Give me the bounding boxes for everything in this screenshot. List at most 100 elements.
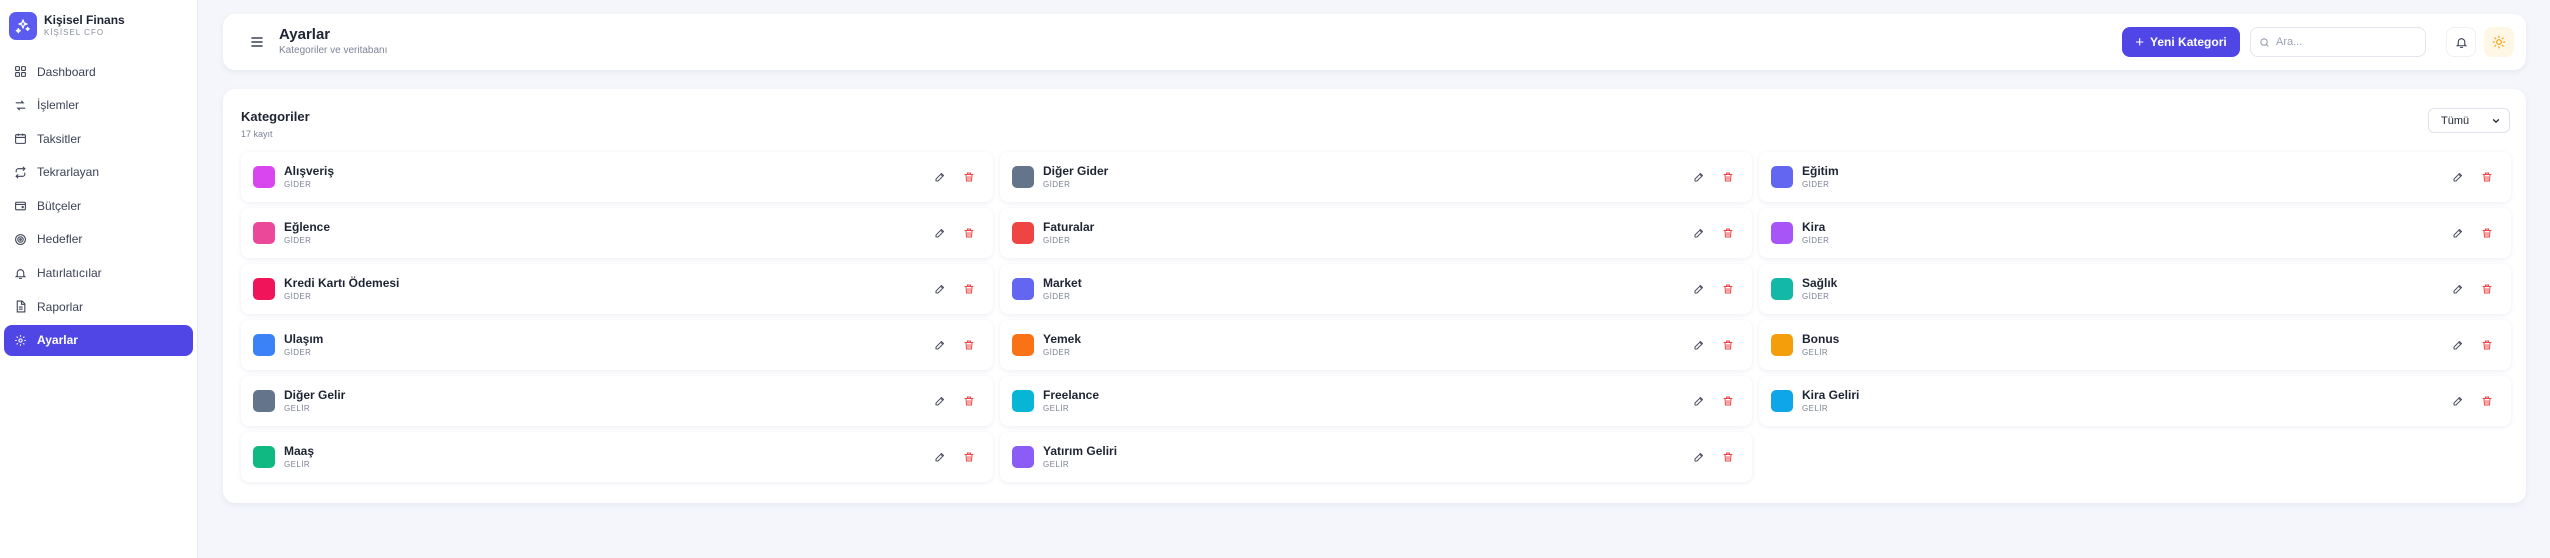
category-name: Yemek — [1043, 331, 1082, 346]
categories-title: Kategoriler — [241, 109, 310, 124]
delete-category-button[interactable] — [2475, 389, 2499, 413]
category-color-swatch — [1771, 166, 1793, 188]
delete-category-button[interactable] — [957, 333, 981, 357]
trash-icon — [963, 283, 975, 295]
brand-subtitle: KİŞİSEL CFO — [44, 28, 105, 37]
edit-category-button[interactable] — [928, 389, 952, 413]
sidebar-item-islemler[interactable]: İşlemler — [4, 90, 193, 121]
delete-category-button[interactable] — [1716, 389, 1740, 413]
edit-category-button[interactable] — [928, 445, 952, 469]
delete-category-button[interactable] — [957, 221, 981, 245]
category-card: Kredi Kartı Ödemesi GİDER — [241, 264, 993, 314]
delete-category-button[interactable] — [1716, 333, 1740, 357]
category-type: GİDER — [284, 179, 312, 189]
sidebar-item-label: Ayarlar — [37, 333, 78, 348]
edit-category-button[interactable] — [1687, 221, 1711, 245]
theme-toggle-button[interactable] — [2484, 27, 2514, 57]
edit-category-button[interactable] — [928, 221, 952, 245]
delete-category-button[interactable] — [957, 165, 981, 189]
trash-icon — [1722, 451, 1734, 463]
search-input[interactable] — [2276, 36, 2416, 48]
edit-category-button[interactable] — [2446, 333, 2470, 357]
type-filter-select[interactable]: Tümü — [2428, 108, 2510, 133]
category-name: Ulaşım — [284, 331, 324, 346]
notifications-button[interactable] — [2446, 27, 2476, 57]
sidebar-item-tekrarlayan[interactable]: Tekrarlayan — [4, 157, 193, 188]
edit-category-button[interactable] — [2446, 165, 2470, 189]
category-color-swatch — [1012, 390, 1034, 412]
sidebar-item-dashboard[interactable]: Dashboard — [4, 56, 193, 87]
delete-category-button[interactable] — [1716, 221, 1740, 245]
trash-icon — [963, 339, 975, 351]
category-type: GİDER — [1802, 235, 1830, 245]
sidebar-item-ayarlar[interactable]: Ayarlar — [4, 324, 193, 356]
category-name: Kira — [1802, 219, 1826, 234]
delete-category-button[interactable] — [2475, 165, 2499, 189]
sidebar-item-label: İşlemler — [37, 98, 80, 113]
new-category-button[interactable]: + Yeni Kategori — [2122, 27, 2240, 57]
delete-category-button[interactable] — [2475, 277, 2499, 301]
sidebar-item-taksitler[interactable]: Taksitler — [4, 123, 193, 154]
file-icon — [16, 300, 26, 313]
trash-icon — [1722, 283, 1734, 295]
edit-category-button[interactable] — [2446, 389, 2470, 413]
category-color-swatch — [1771, 390, 1793, 412]
edit-category-button[interactable] — [1687, 389, 1711, 413]
sidebar-item-label: Bütçeler — [37, 198, 82, 213]
pencil-icon — [2452, 395, 2464, 407]
delete-category-button[interactable] — [957, 389, 981, 413]
category-type: GİDER — [284, 347, 312, 357]
trash-icon — [2481, 339, 2493, 351]
delete-category-button[interactable] — [1716, 165, 1740, 189]
categories-count: 17 kayıt — [241, 129, 273, 139]
category-card: Yemek GİDER — [1000, 320, 1752, 370]
calendar-icon — [15, 133, 26, 145]
delete-category-button[interactable] — [957, 277, 981, 301]
gear-icon — [15, 334, 26, 346]
categories-grid: Alışveriş GİDER Diğer Gider GİDER Eğitim GİDE… — [241, 152, 2511, 482]
category-color-swatch — [253, 390, 275, 412]
category-card: Alışveriş GİDER — [241, 152, 993, 202]
category-type: GİDER — [1043, 291, 1071, 301]
categories-card: Kategoriler 17 kayıt Tümü Alışveriş GİDER… — [223, 89, 2526, 503]
category-name: Market — [1043, 275, 1082, 290]
trash-icon — [2481, 171, 2493, 183]
sidebar-item-hatirlaticilar[interactable]: Hatırlatıcılar — [4, 258, 193, 289]
edit-category-button[interactable] — [928, 333, 952, 357]
new-category-label: Yeni Kategori — [2150, 35, 2227, 49]
category-card: Kira Geliri GELİR — [1759, 376, 2511, 426]
bell-icon — [2455, 37, 2467, 48]
delete-category-button[interactable] — [957, 445, 981, 469]
delete-category-button[interactable] — [2475, 221, 2499, 245]
pencil-icon — [2452, 171, 2464, 183]
category-name: Bonus — [1802, 331, 1840, 346]
sidebar-item-hedefler[interactable]: Hedefler — [4, 224, 193, 255]
edit-category-button[interactable] — [928, 165, 952, 189]
category-type: GELİR — [1802, 403, 1829, 413]
menu-icon[interactable] — [247, 36, 267, 48]
page-subtitle: Kategoriler ve veritabanı — [279, 45, 388, 56]
edit-category-button[interactable] — [2446, 277, 2470, 301]
category-type: GELİR — [1802, 347, 1829, 357]
sidebar-item-butceler[interactable]: Bütçeler — [4, 190, 193, 221]
edit-category-button[interactable] — [1687, 165, 1711, 189]
sidebar-nav: Dashboard İşlemler Taksitler Tekrarlayan… — [0, 52, 197, 362]
pencil-icon — [2452, 339, 2464, 351]
trash-icon — [963, 171, 975, 183]
edit-category-button[interactable] — [1687, 445, 1711, 469]
category-card: Kira GİDER — [1759, 208, 2511, 258]
sidebar-item-label: Raporlar — [37, 299, 84, 314]
delete-category-button[interactable] — [2475, 333, 2499, 357]
edit-category-button[interactable] — [928, 277, 952, 301]
sidebar-item-raporlar[interactable]: Raporlar — [4, 291, 193, 322]
delete-category-button[interactable] — [1716, 277, 1740, 301]
trash-icon — [1722, 339, 1734, 351]
category-card: Bonus GELİR — [1759, 320, 2511, 370]
target-icon — [15, 234, 26, 245]
edit-category-button[interactable] — [1687, 277, 1711, 301]
edit-category-button[interactable] — [1687, 333, 1711, 357]
edit-category-button[interactable] — [2446, 221, 2470, 245]
trash-icon — [1722, 171, 1734, 183]
delete-category-button[interactable] — [1716, 445, 1740, 469]
category-card: Maaş GELİR — [241, 432, 993, 482]
